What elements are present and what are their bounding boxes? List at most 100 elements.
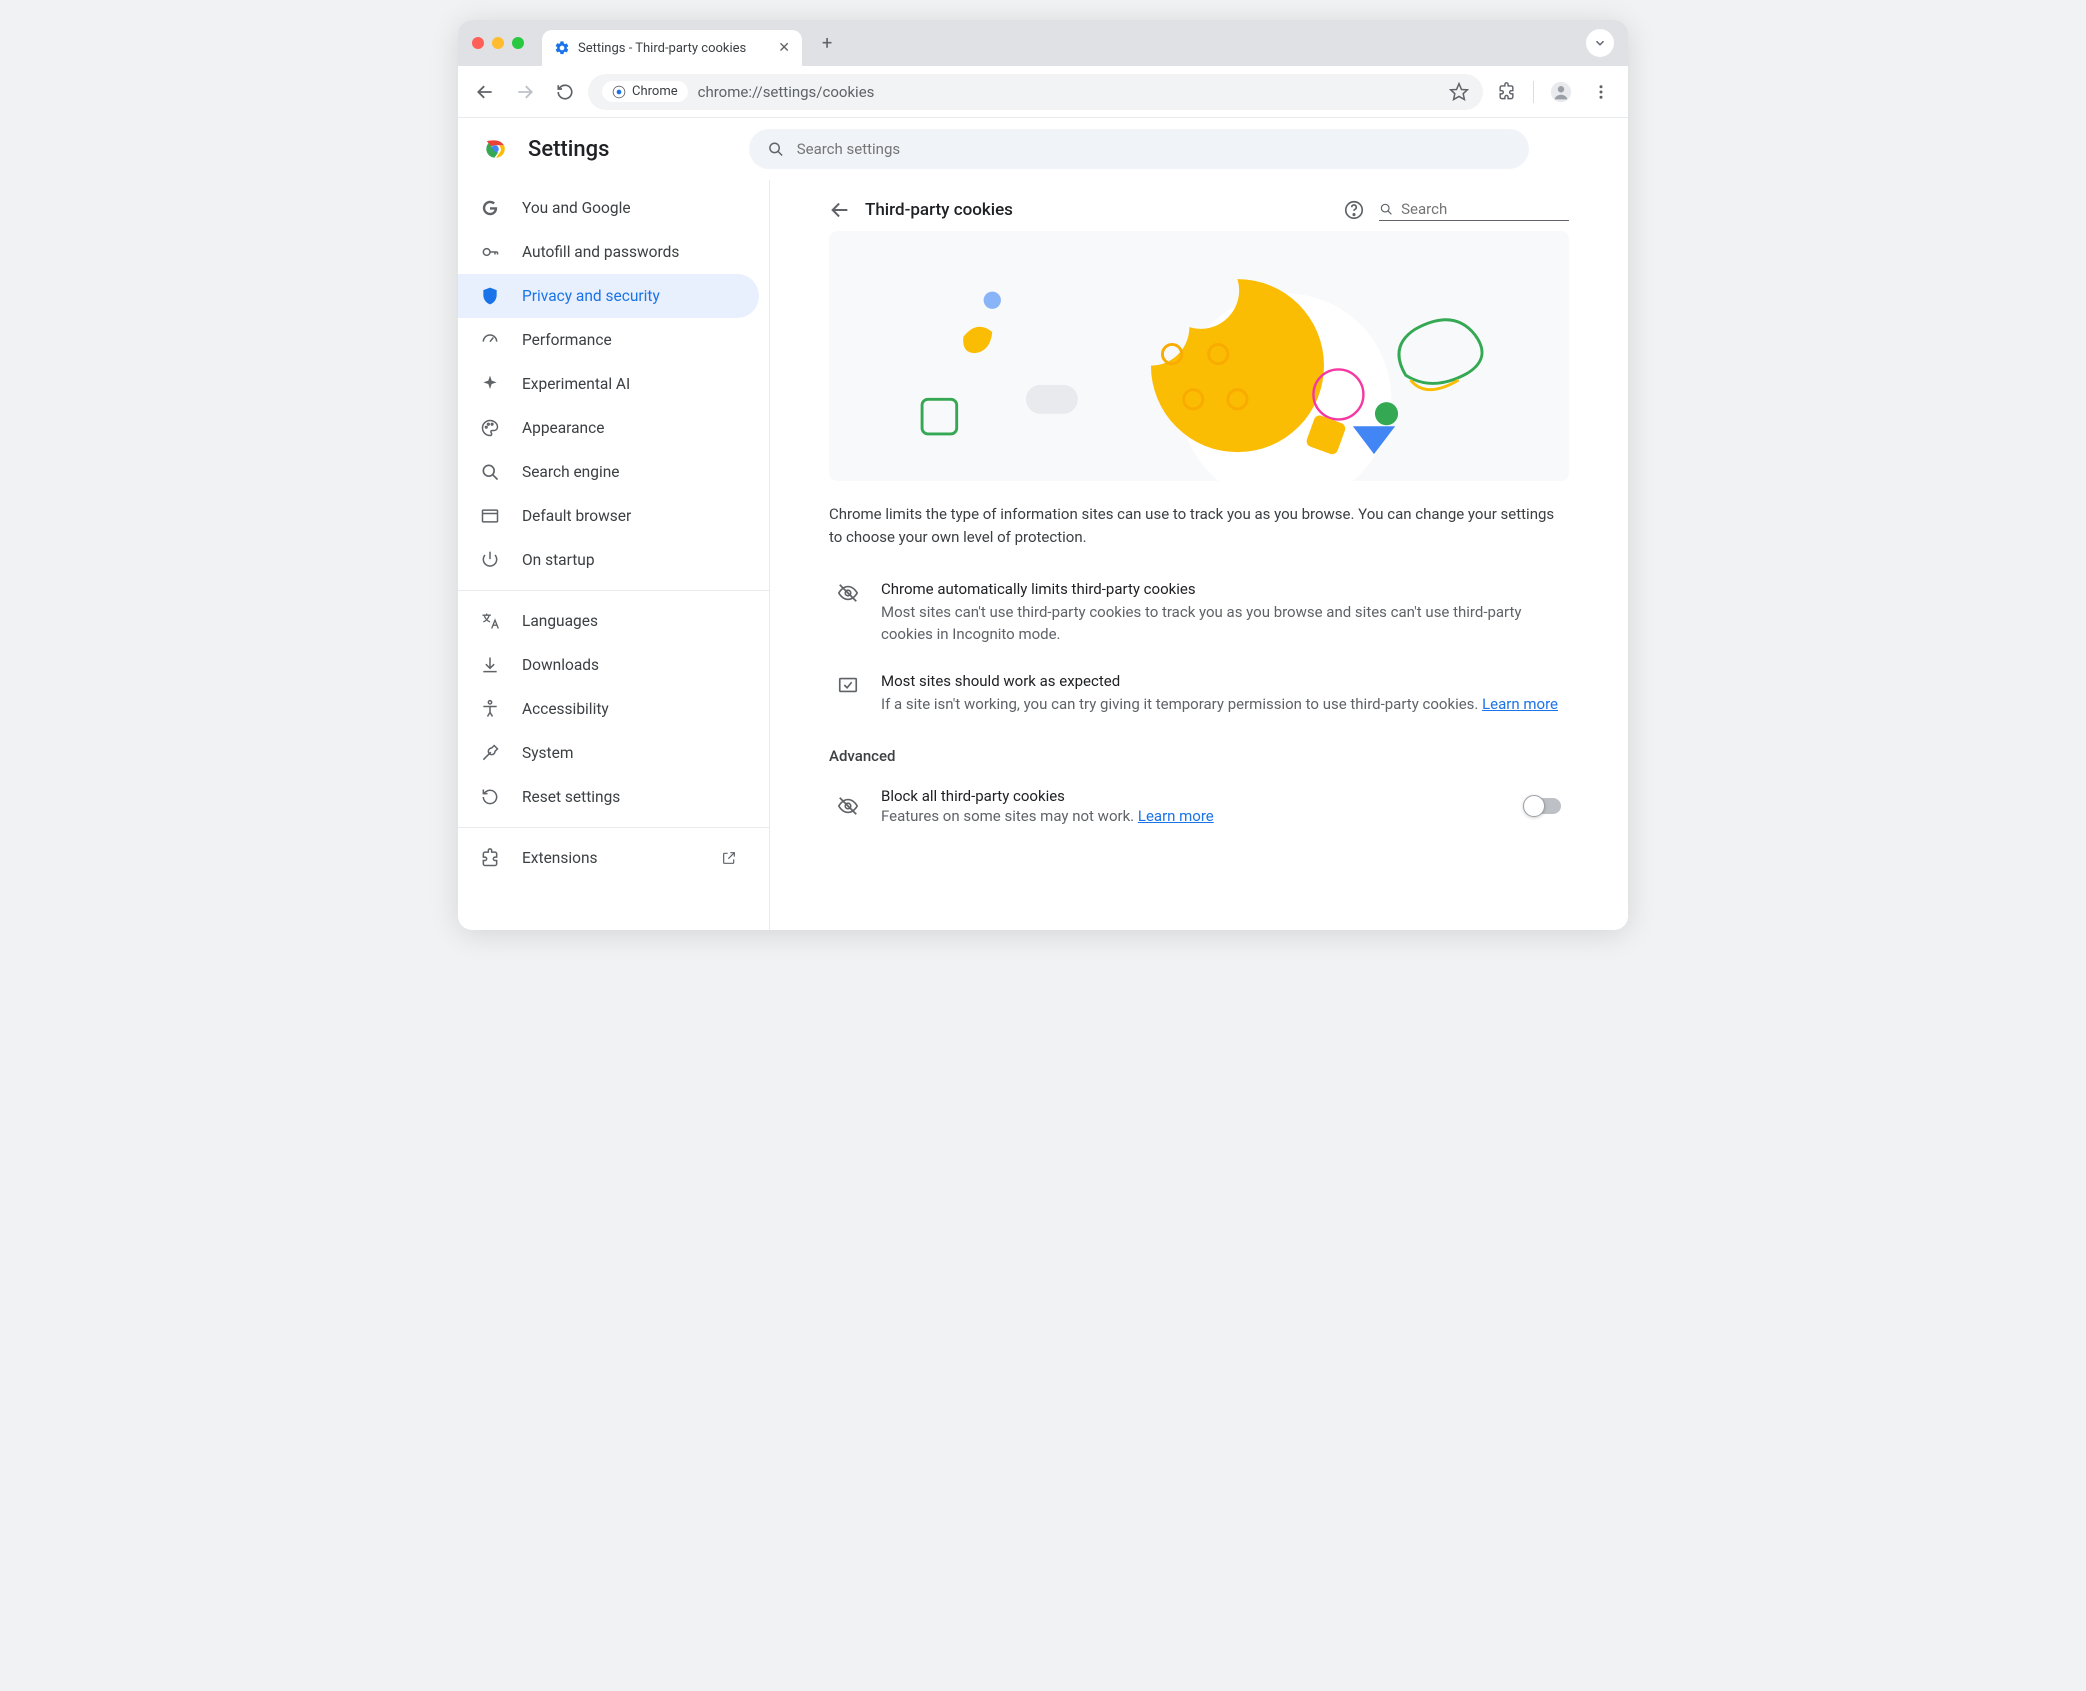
maximize-window-button[interactable] (512, 37, 524, 49)
sidebar-item-experimental-ai[interactable]: Experimental AI (458, 362, 759, 406)
sidebar-item-appearance[interactable]: Appearance (458, 406, 759, 450)
sidebar-item-label: Accessibility (522, 700, 609, 718)
sidebar-item-system[interactable]: System (458, 731, 759, 775)
tab-title: Settings - Third-party cookies (578, 41, 770, 56)
settings-gear-icon (554, 40, 570, 56)
block-all-toggle[interactable] (1525, 798, 1561, 814)
sidebar-item-label: Reset settings (522, 788, 620, 806)
accessibility-icon (480, 699, 500, 719)
sidebar-item-label: Performance (522, 331, 612, 349)
site-chip-label: Chrome (632, 84, 678, 99)
help-button[interactable] (1343, 199, 1365, 221)
sidebar-divider (458, 590, 769, 591)
sidebar-item-default-browser[interactable]: Default browser (458, 494, 759, 538)
toggle-knob (1523, 795, 1545, 817)
info-row-sites-work: Most sites should work as expected If a … (829, 662, 1569, 732)
info-title: Chrome automatically limits third-party … (881, 580, 1569, 598)
info-body: Most sites can't use third-party cookies… (881, 601, 1569, 646)
sidebar-divider (458, 827, 769, 828)
reset-icon (480, 787, 500, 807)
learn-more-link[interactable]: Learn more (1482, 695, 1558, 713)
close-tab-button[interactable]: ✕ (778, 40, 790, 56)
sidebar-item-you-and-google[interactable]: You and Google (458, 186, 759, 230)
page-search-input[interactable] (1401, 200, 1569, 218)
reload-button[interactable] (548, 75, 582, 109)
palette-icon (480, 418, 500, 438)
browser-icon (480, 506, 500, 526)
sidebar-item-extensions[interactable]: Extensions (458, 836, 759, 880)
profile-button[interactable] (1544, 75, 1578, 109)
url-text: chrome://settings/cookies (698, 83, 875, 101)
window-controls (472, 37, 524, 49)
new-tab-button[interactable]: + (814, 29, 840, 58)
back-button[interactable] (468, 75, 502, 109)
option-block-all-third-party: Block all third-party cookies Features o… (829, 773, 1569, 839)
sidebar-item-performance[interactable]: Performance (458, 318, 759, 362)
chrome-logo-icon (482, 136, 508, 162)
sidebar-item-privacy[interactable]: Privacy and security (458, 274, 759, 318)
sidebar-item-label: Languages (522, 612, 598, 630)
sidebar-item-label: Appearance (522, 419, 604, 437)
google-g-icon (480, 198, 500, 218)
close-window-button[interactable] (472, 37, 484, 49)
settings-header: Settings (458, 118, 1628, 180)
page-search[interactable] (1379, 198, 1569, 221)
bookmark-star-icon[interactable] (1449, 82, 1469, 102)
info-body: If a site isn't working, you can try giv… (881, 693, 1558, 716)
checkbox-icon (837, 672, 859, 716)
intro-text: Chrome limits the type of information si… (829, 503, 1569, 550)
forward-button[interactable] (508, 75, 542, 109)
sidebar-item-autofill[interactable]: Autofill and passwords (458, 230, 759, 274)
sidebar-item-label: Default browser (522, 507, 631, 525)
minimize-window-button[interactable] (492, 37, 504, 49)
sidebar-item-downloads[interactable]: Downloads (458, 643, 759, 687)
sidebar-item-label: You and Google (522, 199, 631, 217)
settings-title: Settings (528, 137, 609, 162)
hero-illustration (829, 231, 1569, 481)
power-icon (480, 550, 500, 570)
page-back-button[interactable] (829, 199, 851, 221)
sidebar-item-on-startup[interactable]: On startup (458, 538, 759, 582)
translate-icon (480, 611, 500, 631)
titlebar: Settings - Third-party cookies ✕ + (458, 20, 1628, 66)
site-chip[interactable]: Chrome (602, 81, 688, 102)
tab-overflow-button[interactable] (1586, 29, 1614, 57)
sidebar-item-label: Autofill and passwords (522, 243, 679, 261)
option-body: Features on some sites may not work. Lea… (881, 807, 1503, 825)
page-header: Third-party cookies (829, 198, 1569, 221)
sparkle-icon (480, 374, 500, 394)
key-icon (480, 242, 500, 262)
puzzle-icon (480, 848, 500, 868)
sidebar-item-label: Experimental AI (522, 375, 630, 393)
sidebar-item-languages[interactable]: Languages (458, 599, 759, 643)
sidebar-item-reset[interactable]: Reset settings (458, 775, 759, 819)
browser-tab[interactable]: Settings - Third-party cookies ✕ (542, 30, 802, 66)
more-menu-button[interactable] (1584, 75, 1618, 109)
sidebar-item-label: Search engine (522, 463, 620, 481)
search-icon (480, 462, 500, 482)
sidebar-item-accessibility[interactable]: Accessibility (458, 687, 759, 731)
settings-search[interactable] (749, 129, 1529, 169)
shield-icon (480, 286, 500, 306)
sidebar-item-label: Privacy and security (522, 287, 660, 305)
sidebar-item-search-engine[interactable]: Search engine (458, 450, 759, 494)
browser-toolbar: Chrome chrome://settings/cookies (458, 66, 1628, 118)
settings-content: Third-party cookies (770, 180, 1628, 930)
sidebar-item-label: System (522, 744, 573, 762)
extensions-button[interactable] (1489, 75, 1523, 109)
visibility-off-icon (837, 580, 859, 646)
wrench-icon (480, 743, 500, 763)
advanced-heading: Advanced (829, 747, 1569, 765)
sidebar-item-label: Downloads (522, 656, 599, 674)
download-icon (480, 655, 500, 675)
settings-sidebar: You and Google Autofill and passwords Pr… (458, 180, 770, 930)
visibility-off-icon (837, 795, 859, 817)
learn-more-link[interactable]: Learn more (1138, 807, 1214, 825)
search-icon (1379, 201, 1393, 217)
settings-search-input[interactable] (797, 140, 1512, 158)
address-bar[interactable]: Chrome chrome://settings/cookies (588, 74, 1483, 110)
browser-window: Settings - Third-party cookies ✕ + Chrom… (458, 20, 1628, 930)
sidebar-item-label: Extensions (522, 849, 598, 867)
page-title: Third-party cookies (865, 200, 1329, 220)
info-title: Most sites should work as expected (881, 672, 1558, 690)
